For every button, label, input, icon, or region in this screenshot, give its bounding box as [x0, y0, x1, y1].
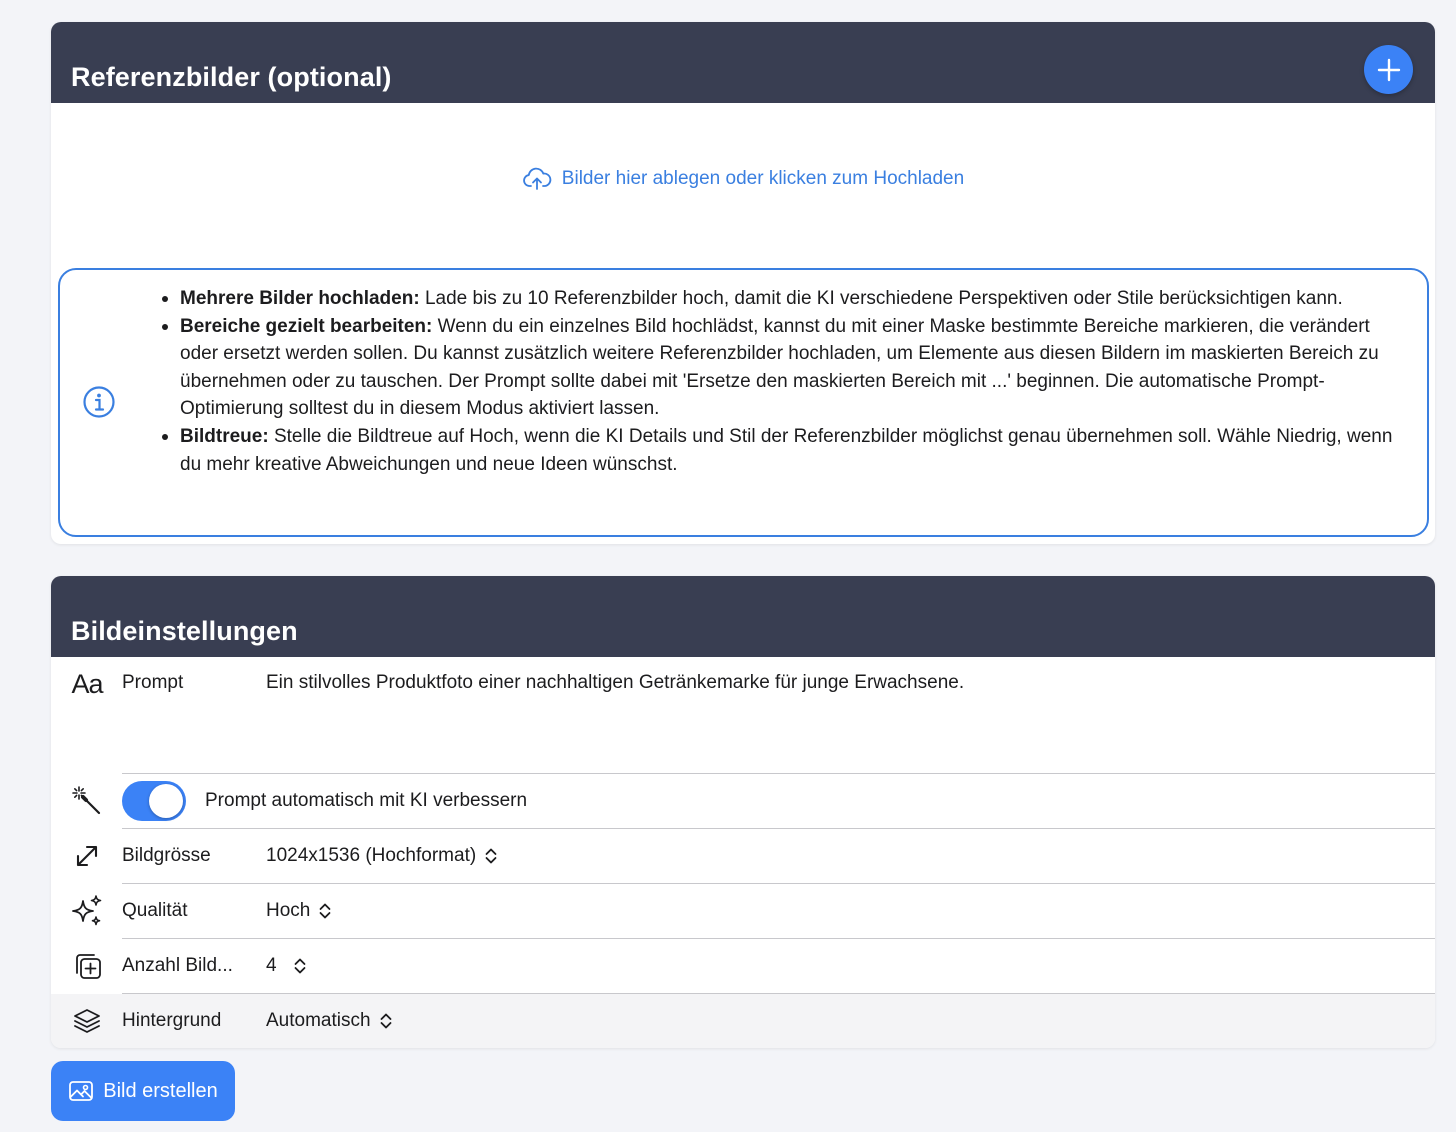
enhance-row: Prompt automatisch mit KI verbessern	[51, 774, 1435, 829]
prompt-label: Prompt	[122, 672, 184, 693]
image-settings-header: Bildeinstellungen	[51, 576, 1435, 657]
info-text: Lade bis zu 10 Referenzbilder hoch, dami…	[419, 288, 1343, 309]
add-reference-button[interactable]	[1364, 45, 1413, 94]
prompt-input[interactable]: Ein stilvolles Produktfoto einer nachhal…	[266, 672, 964, 694]
background-label: Hintergrund	[122, 1010, 222, 1031]
info-circle-icon	[83, 386, 115, 418]
quality-label: Qualität	[122, 900, 188, 921]
plus-icon	[1377, 58, 1400, 81]
info-box: Mehrere Bilder hochladen: Lade bis zu 10…	[58, 268, 1429, 537]
quality-select[interactable]: Hoch	[266, 900, 332, 922]
quality-value: Hoch	[266, 900, 311, 921]
size-value: 1024x1536 (Hochformat)	[266, 845, 477, 866]
info-item-mask-editing: Bereiche gezielt bearbeiten: Wenn du ein…	[160, 313, 1397, 423]
toggle-knob	[149, 784, 183, 818]
background-value: Automatisch	[266, 1010, 371, 1031]
reference-images-card: Referenzbilder (optional) Bilder hier ab…	[51, 22, 1435, 544]
count-value: 4	[266, 955, 277, 976]
background-row: Hintergrund Automatisch	[51, 994, 1435, 1048]
image-dropzone[interactable]: Bilder hier ablegen oder klicken zum Hoc…	[51, 103, 1435, 258]
size-row: Bildgrösse 1024x1536 (Hochformat)	[51, 829, 1435, 884]
dropzone-text: Bilder hier ablegen oder klicken zum Hoc…	[561, 167, 965, 189]
info-text: Stelle die Bildtreue auf Hoch, wenn die …	[180, 425, 1393, 475]
image-settings-card: Bildeinstellungen Aa Prompt Ein stilvoll…	[51, 576, 1435, 1048]
enhance-label: Prompt automatisch mit KI verbessern	[205, 790, 528, 811]
chevron-up-down-icon	[294, 958, 305, 974]
chevron-up-down-icon	[319, 903, 331, 919]
info-item-multiple-images: Mehrere Bilder hochladen: Lade bis zu 10…	[160, 285, 1397, 313]
image-settings-title: Bildeinstellungen	[71, 616, 298, 646]
info-heading: Bildtreue:	[180, 425, 269, 447]
enhance-toggle[interactable]	[122, 781, 186, 821]
chevron-up-down-icon	[485, 848, 497, 864]
layers-icon	[70, 1004, 104, 1038]
info-heading: Bereiche gezielt bearbeiten:	[180, 315, 433, 337]
cloud-upload-icon	[522, 167, 552, 190]
info-heading: Mehrere Bilder hochladen:	[180, 288, 420, 309]
size-label: Bildgrösse	[122, 845, 211, 866]
quality-row: Qualität Hoch	[51, 884, 1435, 939]
magic-wand-icon	[70, 784, 104, 818]
size-select[interactable]: 1024x1536 (Hochformat)	[266, 845, 498, 867]
prompt-row: Aa Prompt Ein stilvolles Produktfoto ein…	[51, 657, 1435, 774]
background-select[interactable]: Automatisch	[266, 1010, 393, 1032]
create-image-label: Bild erstellen	[103, 1079, 218, 1102]
create-image-button[interactable]: Bild erstellen	[51, 1061, 235, 1121]
count-select[interactable]: 4	[266, 955, 307, 977]
count-label: Anzahl Bild...	[122, 955, 233, 976]
resize-arrows-icon	[70, 839, 104, 873]
info-list: Mehrere Bilder hochladen: Lade bis zu 10…	[160, 285, 1397, 478]
add-copy-icon	[70, 949, 104, 983]
reference-images-header: Referenzbilder (optional)	[51, 22, 1435, 103]
sparkles-icon	[70, 894, 104, 928]
count-row: Anzahl Bild... 4	[51, 939, 1435, 994]
info-item-fidelity: Bildtreue: Stelle die Bildtreue auf Hoch…	[160, 423, 1397, 478]
reference-images-title: Referenzbilder (optional)	[71, 62, 392, 92]
image-icon	[69, 1081, 94, 1101]
chevron-up-down-icon	[380, 1013, 391, 1029]
text-format-icon: Aa	[71, 668, 103, 699]
